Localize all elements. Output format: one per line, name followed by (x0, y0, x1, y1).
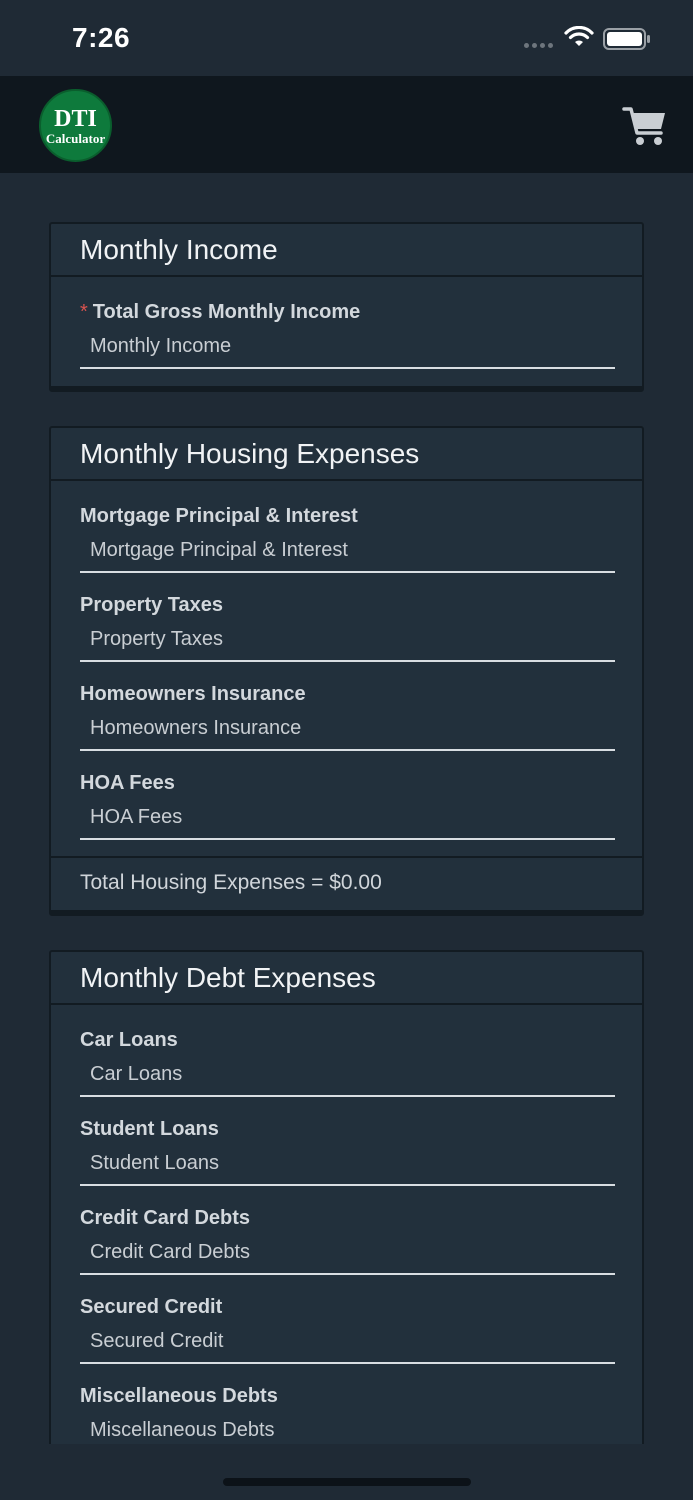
logo-text-dti: DTI (54, 105, 97, 132)
field-property-taxes: Property Taxes (80, 570, 615, 662)
home-indicator[interactable] (223, 1478, 471, 1486)
field-credit-card-debts: Credit Card Debts (80, 1183, 615, 1275)
field-miscellaneous-debts: Miscellaneous Debts (80, 1361, 615, 1444)
cart-icon[interactable] (622, 103, 668, 149)
field-student-loans: Student Loans (80, 1094, 615, 1186)
homeowners-insurance-input[interactable] (80, 713, 615, 751)
monthly-income-input[interactable] (80, 331, 615, 369)
app-header: DTI Calculator (0, 76, 693, 173)
form-content[interactable]: Monthly Income * Total Gross Monthly Inco… (0, 173, 693, 1444)
monthly-housing-expenses-title: Monthly Housing Expenses (51, 428, 642, 481)
monthly-debt-expenses-title: Monthly Debt Expenses (51, 952, 642, 1005)
secured-credit-input[interactable] (80, 1326, 615, 1364)
total-housing-expenses: Total Housing Expenses = $0.00 (51, 856, 642, 909)
field-secured-credit: Secured Credit (80, 1272, 615, 1364)
field-homeowners-insurance: Homeowners Insurance (80, 659, 615, 751)
wifi-icon (564, 26, 594, 46)
field-label: Mortgage Principal & Interest (80, 505, 358, 527)
field-label: Student Loans (80, 1118, 219, 1140)
property-taxes-input[interactable] (80, 624, 615, 662)
mortgage-principal-interest-input[interactable] (80, 535, 615, 573)
required-marker: * (80, 301, 88, 323)
dti-calculator-logo[interactable]: DTI Calculator (39, 89, 112, 162)
car-loans-input[interactable] (80, 1059, 615, 1097)
logo-text-calculator: Calculator (45, 130, 106, 146)
hoa-fees-input[interactable] (80, 802, 615, 840)
field-label: Car Loans (80, 1029, 178, 1051)
field-label: HOA Fees (80, 772, 175, 794)
signal-dots-icon (524, 43, 553, 48)
field-label-text: Total Gross Monthly Income (92, 301, 361, 323)
field-label: Homeowners Insurance (80, 683, 306, 705)
field-total-gross-monthly-income: * Total Gross Monthly Income (80, 277, 615, 369)
field-label: Credit Card Debts (80, 1207, 251, 1229)
field-hoa-fees: HOA Fees (80, 748, 615, 840)
monthly-income-title: Monthly Income (51, 224, 642, 277)
field-car-loans: Car Loans (80, 1005, 615, 1097)
field-label: * Total Gross Monthly Income (80, 301, 360, 324)
monthly-housing-expenses-card: Monthly Housing Expenses Mortgage Princi… (49, 426, 644, 916)
student-loans-input[interactable] (80, 1148, 615, 1186)
monthly-income-card: Monthly Income * Total Gross Monthly Inco… (49, 222, 644, 392)
field-mortgage-principal-interest: Mortgage Principal & Interest (80, 481, 615, 573)
field-label: Miscellaneous Debts (80, 1385, 278, 1407)
battery-icon (603, 28, 650, 50)
miscellaneous-debts-input[interactable] (80, 1415, 615, 1444)
status-bar: 7:26 (0, 0, 693, 76)
status-time: 7:26 (72, 22, 131, 53)
field-label: Property Taxes (80, 594, 224, 616)
credit-card-debts-input[interactable] (80, 1237, 615, 1275)
field-label: Secured Credit (80, 1296, 223, 1318)
monthly-debt-expenses-card: Monthly Debt Expenses Car Loans Student … (49, 950, 644, 1444)
